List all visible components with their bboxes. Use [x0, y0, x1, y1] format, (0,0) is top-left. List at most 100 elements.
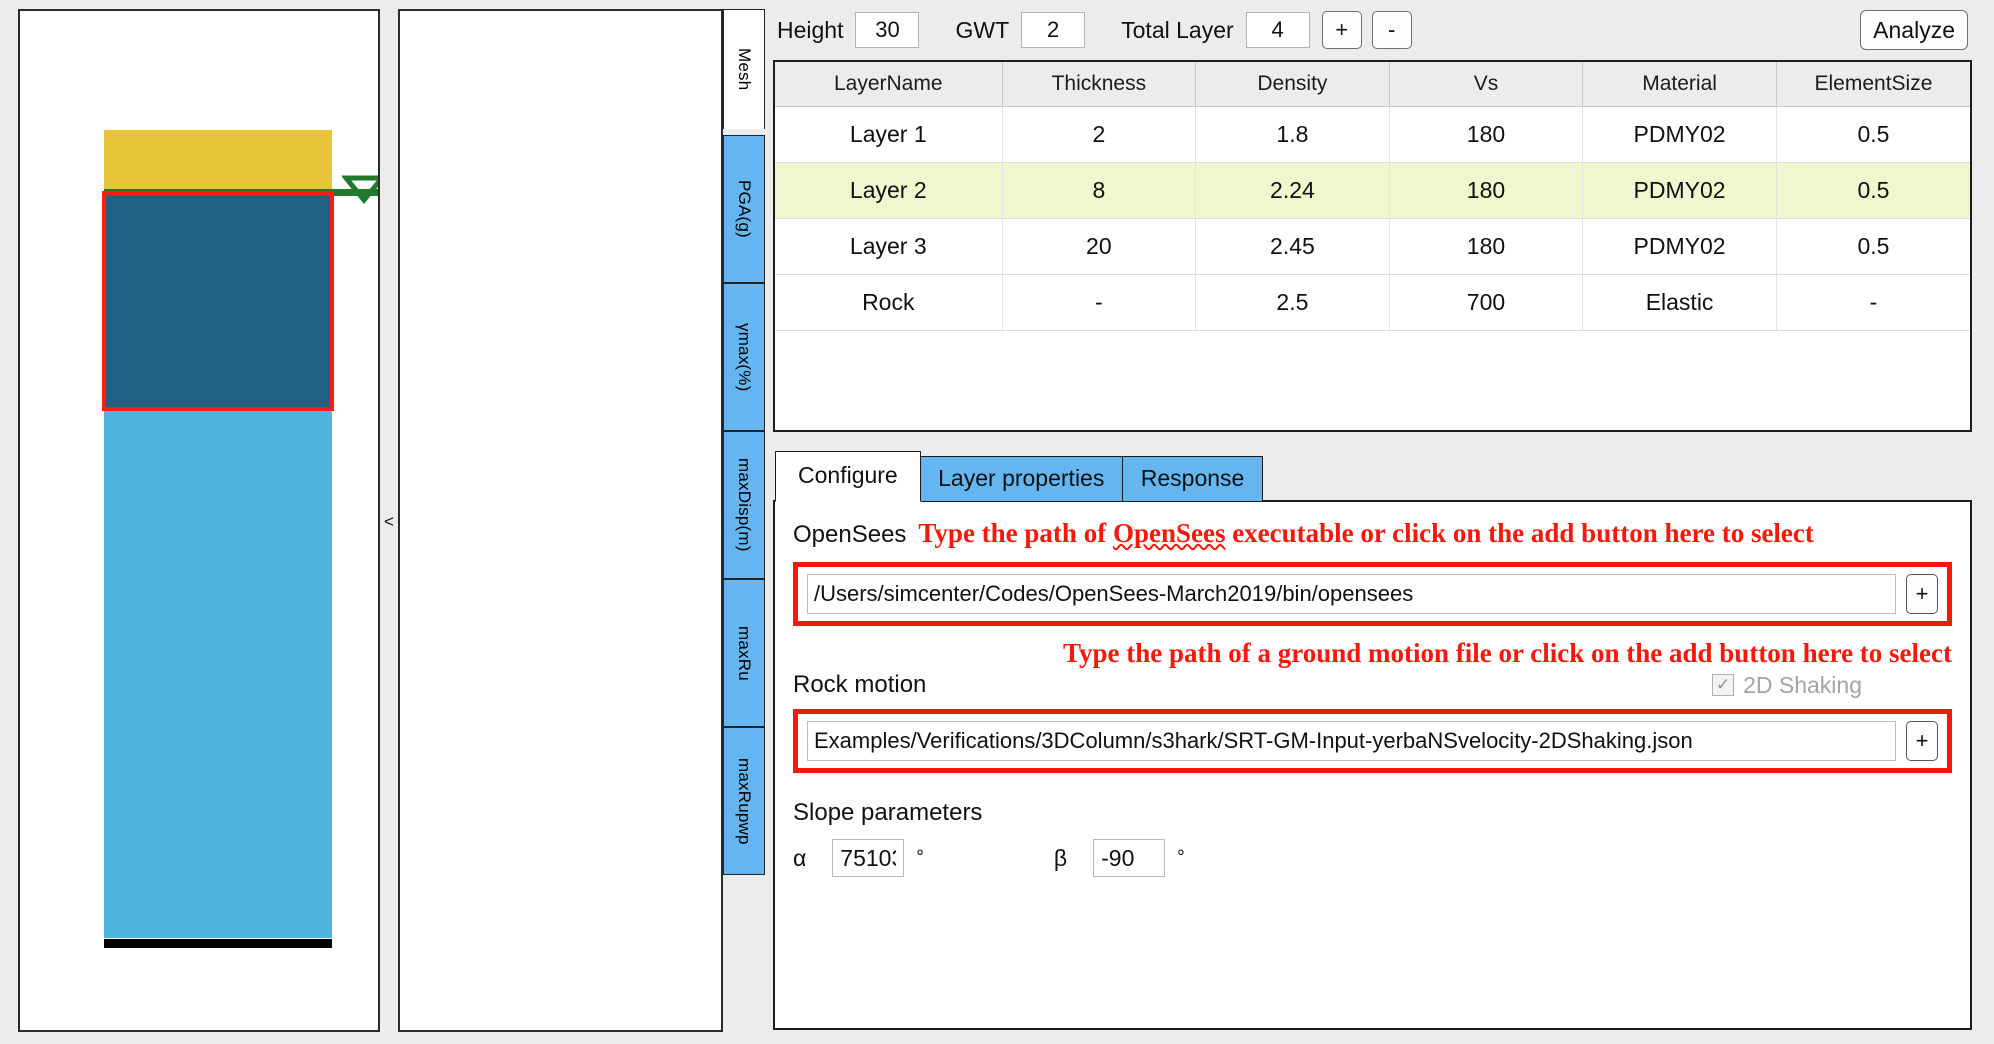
height-label: Height — [777, 16, 844, 43]
slope-parameters-row: α ° β ° — [793, 839, 1952, 878]
cell-material[interactable]: Elastic — [1582, 274, 1777, 331]
result-tab-maxdisp-m[interactable]: maxDisp(m) — [723, 431, 765, 579]
result-tab-pga-g[interactable]: PGA(g) — [723, 135, 765, 283]
rockmotion-annotation: Type the path of a ground motion file or… — [1062, 638, 1952, 669]
column-header-layername[interactable]: LayerName — [775, 62, 1003, 107]
tab-response[interactable]: Response — [1121, 456, 1264, 502]
total-layer-input[interactable] — [1245, 12, 1310, 48]
table-header-row: LayerName Thickness Density Vs Material Eleme… — [775, 62, 1970, 107]
layer-table-container[interactable]: LayerName Thickness Density Vs Material Eleme… — [773, 60, 1972, 432]
cell-element-size[interactable]: - — [1776, 274, 1970, 331]
opensees-browse-button[interactable]: + — [1906, 574, 1938, 615]
shaking-2d-label: 2D Shaking — [1743, 671, 1862, 698]
cell-name[interactable]: Layer 1 — [775, 106, 1003, 163]
mesh-panel — [398, 0, 723, 1044]
total-layer-label: Total Layer — [1121, 16, 1234, 43]
opensees-label: OpenSees — [793, 521, 907, 549]
rockmotion-path-input[interactable] — [807, 721, 1896, 762]
result-tab-label: maxRu — [735, 625, 754, 681]
gwt-label: GWT — [955, 16, 1010, 43]
soil-band-2[interactable] — [104, 190, 332, 410]
soil-profile-canvas[interactable] — [18, 9, 380, 1032]
result-tab-label: maxDisp(m) — [735, 458, 754, 552]
cell-material[interactable]: PDMY02 — [1582, 162, 1777, 219]
column-header-vs[interactable]: Vs — [1389, 62, 1584, 107]
shaking-2d-checkbox[interactable]: ✓ 2D Shaking — [1712, 672, 1862, 699]
rockmotion-label-row: Rock motion ✓ 2D Shaking — [793, 671, 1952, 699]
result-tab-label: PGA(g) — [735, 180, 754, 238]
tab-spacer — [723, 875, 765, 1044]
mesh-canvas-frame[interactable] — [398, 9, 723, 1032]
cell-density[interactable]: 2.5 — [1195, 274, 1390, 331]
opensees-annotation: Type the path of OpenSees executable or … — [918, 518, 1813, 549]
cell-density[interactable]: 2.45 — [1195, 218, 1390, 275]
result-tab-maxru[interactable]: maxRu — [723, 579, 765, 727]
rockmotion-path-highlight: + — [793, 709, 1952, 774]
height-input[interactable] — [855, 12, 920, 48]
column-header-density[interactable]: Density — [1195, 62, 1390, 107]
cell-vs[interactable]: 700 — [1389, 274, 1584, 331]
tab-layer-properties[interactable]: Layer properties — [919, 456, 1124, 502]
result-view-tabs: Mesh PGA(g) γmax(%) maxDisp(m) maxRu maxRupwp — [723, 0, 765, 1044]
profile-toolbar: Height GWT Total Layer + - Analyze — [773, 0, 1972, 60]
rockmotion-browse-button[interactable]: + — [1906, 721, 1938, 762]
result-tab-mesh[interactable]: Mesh — [723, 9, 765, 129]
cell-name[interactable]: Layer 3 — [775, 218, 1003, 275]
beta-unit: ° — [1177, 847, 1185, 869]
cell-density[interactable]: 1.8 — [1195, 106, 1390, 163]
table-row[interactable]: Layer 3 20 2.45 180 PDMY02 0.5 — [775, 218, 1970, 275]
cell-thickness[interactable]: 2 — [1002, 106, 1197, 163]
result-tab-label: maxRupwp — [735, 757, 754, 845]
cell-vs[interactable]: 180 — [1389, 218, 1584, 275]
configure-panel: OpenSees Type the path of OpenSees execu… — [773, 500, 1972, 1030]
rockmotion-hint-row: Type the path of a ground motion file or… — [793, 638, 1952, 669]
cell-density[interactable]: 2.24 — [1195, 162, 1390, 219]
alpha-unit: ° — [916, 847, 924, 869]
soil-band-1[interactable] — [104, 130, 332, 190]
result-tab-label: Mesh — [735, 48, 754, 91]
column-header-elementsize[interactable]: ElementSize — [1776, 62, 1970, 107]
opensees-path-input[interactable] — [807, 574, 1896, 615]
table-body: Layer 1 2 1.8 180 PDMY02 0.5 Layer 2 8 2.24 180 PD… — [775, 106, 1970, 331]
cell-material[interactable]: PDMY02 — [1582, 106, 1777, 163]
cell-element-size[interactable]: 0.5 — [1776, 106, 1970, 163]
alpha-input[interactable] — [832, 839, 905, 878]
cell-vs[interactable]: 180 — [1389, 106, 1584, 163]
cell-material[interactable]: PDMY02 — [1582, 218, 1777, 275]
cell-element-size[interactable]: 0.5 — [1776, 218, 1970, 275]
cell-element-size[interactable]: 0.5 — [1776, 162, 1970, 219]
cell-name[interactable]: Layer 2 — [775, 162, 1003, 219]
groundwater-triangle-icon — [342, 175, 378, 204]
opensees-annotation-pre: Type the path of — [918, 518, 1113, 549]
cell-name[interactable]: Rock — [775, 274, 1003, 331]
beta-label: β — [1053, 844, 1068, 871]
beta-input[interactable] — [1093, 839, 1166, 878]
table-row[interactable]: Layer 2 8 2.24 180 PDMY02 0.5 — [775, 162, 1970, 219]
opensees-hint-row: OpenSees Type the path of OpenSees execu… — [793, 518, 1952, 549]
analyze-button[interactable]: Analyze — [1860, 10, 1968, 50]
bedrock-line — [104, 939, 332, 948]
tab-configure[interactable]: Configure — [775, 451, 921, 502]
gwt-input[interactable] — [1021, 12, 1086, 48]
chevron-left-icon: < — [384, 512, 394, 531]
opensees-path-highlight: + — [793, 562, 1952, 627]
cell-thickness[interactable]: 8 — [1002, 162, 1197, 219]
groundwater-table-line — [104, 189, 378, 196]
panel-collapse-handle[interactable]: < — [380, 0, 398, 1044]
table-row[interactable]: Layer 1 2 1.8 180 PDMY02 0.5 — [775, 106, 1970, 163]
result-tab-max[interactable]: γmax(%) — [723, 283, 765, 431]
soil-band-3[interactable] — [104, 410, 332, 938]
alpha-label: α — [793, 844, 807, 871]
soil-layer-stack — [104, 130, 332, 938]
layer-table: LayerName Thickness Density Vs Material Eleme… — [775, 62, 1970, 331]
column-header-material[interactable]: Material — [1582, 62, 1777, 107]
cell-thickness[interactable]: 20 — [1002, 218, 1197, 275]
table-row[interactable]: Rock -2.5 700 Elastic - — [775, 274, 1970, 331]
remove-layer-button[interactable]: - — [1371, 11, 1412, 49]
cell-thickness[interactable]: - — [1002, 274, 1197, 331]
result-tab-maxrupwp[interactable]: maxRupwp — [723, 727, 765, 875]
rockmotion-label: Rock motion — [793, 671, 927, 699]
column-header-thickness[interactable]: Thickness — [1002, 62, 1197, 107]
cell-vs[interactable]: 180 — [1389, 162, 1584, 219]
add-layer-button[interactable]: + — [1321, 11, 1362, 49]
